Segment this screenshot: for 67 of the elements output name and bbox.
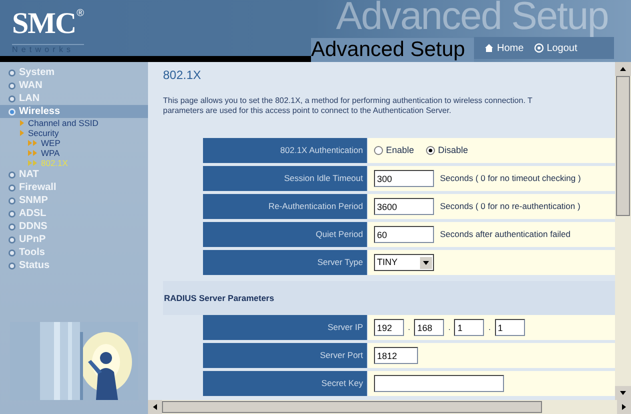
text-input[interactable]: 3600 [374,198,434,215]
scroll-thumb[interactable] [162,401,542,413]
field-label: Re-Authentication Period [203,194,367,219]
arrow-icon [28,149,38,157]
bullet-icon [8,108,16,116]
text-input[interactable]: 300 [374,170,434,187]
logout-link[interactable]: Logout [534,40,578,56]
menu-item[interactable]: Wireless [0,105,148,118]
ip-separator: . [448,322,450,334]
field-label: Secret Key [203,371,367,396]
scroll-down-icon [615,386,631,400]
bullet-icon [8,236,16,244]
server-type-select[interactable]: TINY [374,254,434,271]
scroll-up-icon [615,62,631,76]
bullet-icon [8,262,16,270]
field-label: Server Port [203,343,367,368]
field-label: 802.1X Authentication [203,138,367,163]
bullet-icon [8,248,16,256]
horizontal-scrollbar[interactable] [148,400,631,414]
bullet-icon [8,94,16,102]
radio-option[interactable]: Enable [374,144,414,158]
port-input[interactable]: 1812 [374,347,418,364]
radio-option[interactable]: Disable [426,144,468,158]
field-label: Session Idle Timeout [203,166,367,191]
ip-input[interactable]: 1 [494,319,525,336]
text-input[interactable]: 60 [374,226,434,243]
bullet-icon [8,222,16,230]
ip-separator: . [488,322,491,334]
ip-separator: . [408,322,410,334]
section-heading: RADIUS Server Parameters [164,292,274,304]
field-note: Seconds after authentication failed [440,228,570,241]
arrow-icon [28,139,38,147]
ip-input[interactable]: 192 [374,319,404,336]
field-note: Seconds ( 0 for no timeout checking ) [440,172,581,185]
scroll-right-icon [617,400,631,414]
menu-item[interactable]: Security [0,128,148,138]
arrow-icon [28,159,38,167]
power-icon [534,43,544,53]
vertical-scrollbar[interactable] [615,62,631,400]
menu-item[interactable]: WPA [0,148,148,158]
house-icon [484,43,494,53]
menu-item[interactable]: WEP [0,138,148,148]
logo-text: SMC [12,9,76,39]
registered-mark: ® [76,9,84,19]
bullet-icon [8,82,16,90]
description-text: parameters are used for this access point to connect to the Authentication Server. [163,106,452,116]
bullet-icon [8,68,16,76]
home-link[interactable]: Home [484,40,524,56]
bullet-icon [8,170,16,178]
page-heading: Advanced Setup [311,38,474,62]
select-value: TINY [377,256,398,269]
bullet-icon [8,184,16,192]
field-note: Seconds ( 0 for no re-authentication ) [440,200,580,213]
banner-title: Advanced Setup [336,0,608,36]
field-label: Server IP [203,315,367,340]
scroll-thumb[interactable] [616,76,630,216]
ip-input[interactable]: 168 [414,319,444,336]
field-label: Quiet Period [203,222,367,247]
field-label: Server Type [203,250,367,275]
secret-key-input[interactable] [374,375,504,392]
page-title: 802.1X [163,68,202,82]
menu-item[interactable]: Channel and SSID [0,118,148,128]
bullet-icon [8,210,16,218]
ip-input[interactable]: 1 [454,319,484,336]
scroll-left-icon [148,400,162,414]
bullet-icon [8,196,16,204]
description-text: This page allows you to set the 802.1X, a method for performing authentication to wireless connection. T [163,96,534,106]
